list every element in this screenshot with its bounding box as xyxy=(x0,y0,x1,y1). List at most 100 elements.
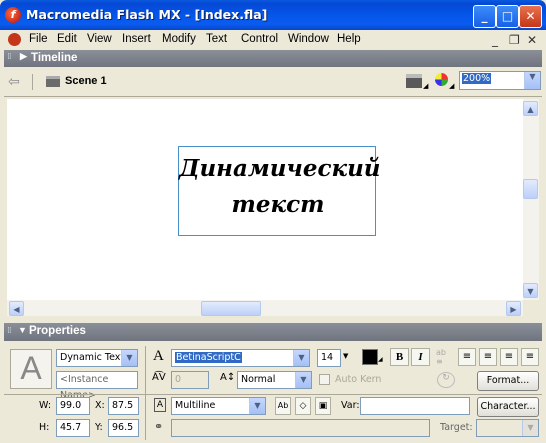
chevron-down-icon[interactable]: ▼ xyxy=(249,398,265,414)
font-icon: A xyxy=(153,348,164,364)
dropdown-arrow-icon[interactable]: ◢ xyxy=(423,82,428,90)
menu-modify[interactable]: Modify xyxy=(162,33,196,45)
y-input[interactable]: 96.5 xyxy=(108,419,139,437)
scroll-down-icon[interactable]: ▼ xyxy=(523,283,538,298)
vertical-scroll-thumb[interactable] xyxy=(523,179,538,199)
align-right-icon[interactable]: ≡ xyxy=(500,348,518,366)
selectable-toggle-icon[interactable]: Ab xyxy=(275,397,291,415)
flash-app-icon[interactable]: f xyxy=(5,7,21,23)
align-justify-icon[interactable]: ≡ xyxy=(521,348,539,366)
collapse-arrow-icon[interactable]: ▼ xyxy=(18,325,27,335)
minimize-button[interactable]: _ xyxy=(473,5,496,28)
horizontal-scroll-thumb[interactable] xyxy=(201,301,261,316)
text-direction-icon[interactable]: ab ≡ xyxy=(436,348,454,366)
chevron-down-icon[interactable]: ▼ xyxy=(121,350,137,366)
chevron-down-icon[interactable]: ▼ xyxy=(293,350,309,366)
x-label: X: xyxy=(95,400,105,411)
expand-arrow-icon[interactable]: ▶ xyxy=(20,51,27,62)
title-bar[interactable]: f Macromedia Flash MX - [Index.fla] _ □ … xyxy=(0,0,546,30)
edit-symbols-icon[interactable] xyxy=(435,73,448,86)
text-color-swatch[interactable] xyxy=(362,349,378,365)
scene-name[interactable]: Scene 1 xyxy=(65,75,107,87)
target-select[interactable]: ▼ xyxy=(476,419,539,437)
italic-button[interactable]: I xyxy=(411,348,430,366)
scroll-left-icon[interactable]: ◀ xyxy=(9,301,24,316)
menu-edit[interactable]: Edit xyxy=(57,33,77,45)
character-button[interactable]: Character... xyxy=(477,397,539,417)
menu-insert[interactable]: Insert xyxy=(122,33,151,45)
width-input[interactable]: 99.0 xyxy=(56,397,90,415)
auto-kern-label: Auto Kern xyxy=(335,374,382,385)
menu-text[interactable]: Text xyxy=(206,33,227,45)
auto-kern-checkbox[interactable] xyxy=(319,374,330,385)
font-size-slider-icon[interactable]: ▼ xyxy=(343,352,348,360)
dropdown-arrow-icon[interactable]: ◢ xyxy=(378,356,383,363)
menu-file[interactable]: File xyxy=(29,33,48,45)
grip-icon[interactable]: ⁞⁞ xyxy=(7,52,12,62)
zoom-select[interactable]: 200% ▼ xyxy=(459,71,541,90)
show-border-toggle-icon[interactable]: ▣ xyxy=(315,397,331,415)
text-type-value: Dynamic Text xyxy=(60,352,125,363)
horizontal-scrollbar[interactable]: ◀ ▶ xyxy=(7,300,523,316)
line-type-icon: A xyxy=(154,398,166,412)
mdi-minimize-icon[interactable]: _ xyxy=(492,33,498,47)
mdi-restore-icon[interactable]: ❐ xyxy=(509,33,520,47)
properties-title: Properties xyxy=(29,325,86,337)
dropdown-arrow-icon[interactable]: ◢ xyxy=(449,82,454,90)
kerning-input[interactable]: 0 xyxy=(171,371,209,389)
back-arrow-icon[interactable]: ⇦ xyxy=(8,74,20,90)
url-link-icon[interactable]: ↻ xyxy=(437,372,455,388)
chevron-down-icon[interactable]: ▼ xyxy=(295,372,311,388)
x-input[interactable]: 87.5 xyxy=(108,397,139,415)
menu-help[interactable]: Help xyxy=(337,33,361,45)
clapperboard-icon xyxy=(46,76,60,87)
properties-panel: A Dynamic Text ▼ <Instance Name> A Betin… xyxy=(4,342,542,443)
target-label: Target: xyxy=(440,422,473,433)
character-spacing-icon: A͡V xyxy=(152,372,166,383)
separator xyxy=(32,74,33,90)
timeline-title: Timeline xyxy=(31,52,78,64)
character-position-select[interactable]: Normal ▼ xyxy=(237,371,312,389)
scroll-right-icon[interactable]: ▶ xyxy=(506,301,521,316)
close-button[interactable]: ✕ xyxy=(519,5,542,28)
line-type-select[interactable]: Multiline ▼ xyxy=(171,397,266,415)
dynamic-text-field[interactable]: Динамический текст xyxy=(178,146,381,236)
text-type-select[interactable]: Dynamic Text ▼ xyxy=(56,349,138,367)
menu-control[interactable]: Control xyxy=(241,33,278,45)
properties-panel-header[interactable]: ⁞⁞ ▼ Properties xyxy=(4,323,542,341)
align-left-icon[interactable]: ≡ xyxy=(458,348,476,366)
font-select[interactable]: BetinaScriptC ▼ xyxy=(171,349,310,367)
zoom-value: 200% xyxy=(462,73,492,84)
chevron-down-icon[interactable]: ▼ xyxy=(522,420,538,436)
url-input[interactable] xyxy=(171,419,430,437)
separator xyxy=(145,346,146,440)
height-label: H: xyxy=(39,422,50,433)
character-position-icon: A↕ xyxy=(220,372,236,383)
render-html-toggle-icon[interactable]: ◇ xyxy=(295,397,311,415)
menu-bar: File Edit View Insert Modify Text Contro… xyxy=(4,30,542,50)
mdi-close-icon[interactable]: ✕ xyxy=(527,33,537,47)
edit-scene-icon[interactable] xyxy=(406,74,422,88)
divider xyxy=(4,394,542,395)
maximize-button[interactable]: □ xyxy=(496,5,519,28)
menu-view[interactable]: View xyxy=(87,33,112,45)
var-label: Var: xyxy=(341,400,360,411)
bold-button[interactable]: B xyxy=(390,348,409,366)
height-input[interactable]: 45.7 xyxy=(56,419,90,437)
line-type-value: Multiline xyxy=(175,400,216,411)
timeline-panel-header[interactable]: ⁞⁞ ▶ Timeline xyxy=(4,50,542,67)
font-size-input[interactable]: 14 xyxy=(317,349,341,367)
instance-name-input[interactable]: <Instance Name> xyxy=(56,371,138,401)
grip-icon[interactable]: ⁞⁞ xyxy=(7,326,12,336)
var-input[interactable] xyxy=(360,397,470,415)
dynamic-text-content: Динамический текст xyxy=(179,155,381,218)
align-center-icon[interactable]: ≡ xyxy=(479,348,497,366)
menu-window[interactable]: Window xyxy=(288,33,329,45)
window-title: Macromedia Flash MX - [Index.fla] xyxy=(26,7,268,22)
document-icon[interactable] xyxy=(8,33,21,46)
format-button[interactable]: Format... xyxy=(477,371,539,391)
vertical-scrollbar[interactable]: ▲ ▼ xyxy=(523,99,539,300)
link-icon: ⚭ xyxy=(154,420,164,433)
scroll-up-icon[interactable]: ▲ xyxy=(523,101,538,116)
chevron-down-icon[interactable]: ▼ xyxy=(524,72,540,89)
